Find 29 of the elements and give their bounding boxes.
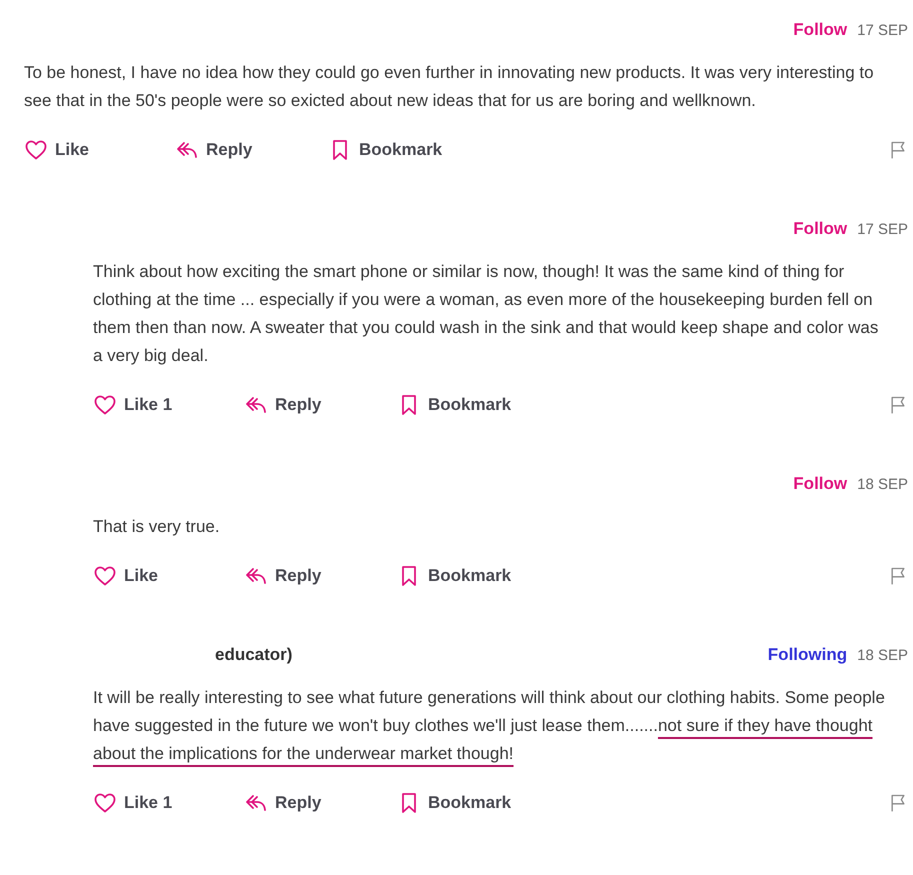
comment-text: It will be really interesting to see what future generations will think about our clothing habits. Some people have suggested in the future we won't buy clothes we'll just lease them.......not sure if they have thought about the implications for the underwear market though!	[93, 687, 886, 765]
reply-button[interactable]: Reply	[244, 564, 397, 588]
reply-button[interactable]: Reply	[175, 138, 328, 162]
comment-text: To be honest, I have no idea how they could go even further in innovating new products. It was very interesting to see that in the 50's people were so exicted about new ideas that for us are boring and wellknown.	[24, 62, 875, 112]
like-button[interactable]: Like 1	[93, 393, 244, 417]
bookmark-button[interactable]: Bookmark	[397, 393, 512, 417]
heart-icon	[24, 138, 48, 162]
comment-date: 17 SEP	[857, 22, 908, 38]
heart-icon	[93, 791, 117, 815]
comment-date: 18 SEP	[857, 646, 908, 664]
comment-text: Think about how exciting the smart phone or similar is now, though! It was the same kind of thing for clothing at the time ... especially if you were a woman, as even more of the housekeeping burden fell on them then than now. A sweater that you could wash in the sink and that would keep shape and color was a very big deal.	[93, 261, 880, 367]
comment-date: 17 SEP	[857, 220, 908, 238]
like-button[interactable]: Like	[24, 138, 175, 162]
reply-button[interactable]: Reply	[244, 393, 397, 417]
comment-text: That is very true.	[93, 516, 221, 538]
reply-button[interactable]: Reply	[244, 791, 397, 815]
follow-button[interactable]: Follow	[793, 219, 848, 239]
heart-icon	[93, 393, 117, 417]
following-button[interactable]: Following	[768, 645, 848, 665]
author-name: educator)	[215, 645, 292, 665]
like-button[interactable]: Like	[93, 564, 244, 588]
follow-button[interactable]: Follow	[793, 474, 848, 494]
follow-button[interactable]: Follow	[793, 20, 848, 40]
like-button[interactable]: Like 1	[93, 791, 244, 815]
bookmark-button[interactable]: Bookmark	[328, 138, 442, 162]
bookmark-button[interactable]: Bookmark	[397, 564, 512, 588]
heart-icon	[93, 564, 117, 588]
bookmark-button[interactable]: Bookmark	[397, 791, 512, 815]
comment-date: 18 SEP	[857, 476, 908, 492]
